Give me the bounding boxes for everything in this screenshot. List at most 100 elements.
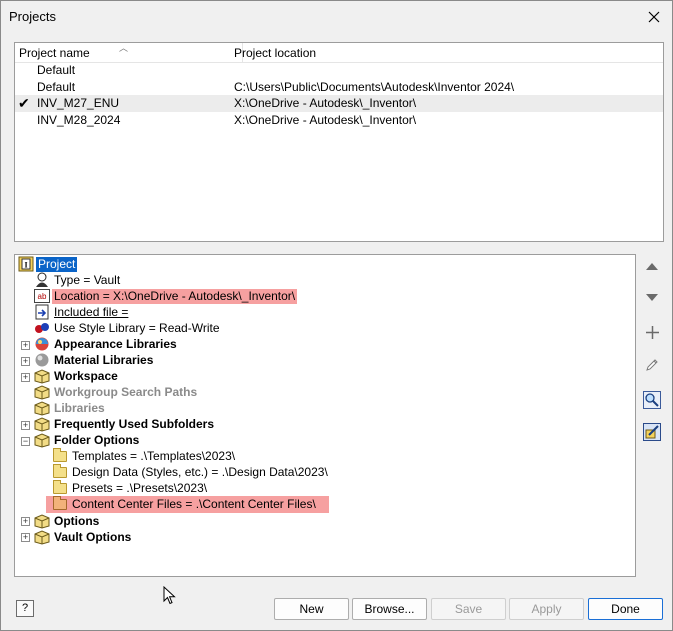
folder-icon [53,447,67,462]
expand-toggle[interactable]: + [21,421,30,430]
project-location: X:\OneDrive - Autodesk\_Inventor\ [234,96,417,110]
tree-node-templates[interactable]: Templates = .\Templates\2023\ [52,447,237,464]
tree-label: Project [36,256,78,272]
dialog-title: Projects [9,9,56,24]
tree-label: Folder Options [54,432,140,447]
move-up-icon [646,263,658,270]
project-settings-tree[interactable]: I Project Type = Vault ab Location = X:\… [14,254,636,577]
tree-label: Templates = .\Templates\2023\ [72,448,236,463]
add-icon [645,325,659,339]
expand-toggle[interactable]: + [21,373,30,382]
tree-node-workspace[interactable]: Workspace [34,368,120,384]
project-name: Default [37,63,76,77]
expand-toggle[interactable]: + [21,341,30,350]
column-header-project-location[interactable]: Project location [234,46,316,60]
project-row[interactable]: Default [15,62,663,79]
save-button[interactable]: Save [431,598,506,620]
vault-options-folder-icon [34,530,50,545]
mouse-pointer-icon [163,586,176,605]
folder-icon [53,479,67,494]
appearance-sphere-icon [35,337,49,351]
close-button[interactable] [641,5,667,29]
close-icon [648,11,660,23]
tree-label: Design Data (Styles, etc.) = .\Design Da… [72,464,328,479]
workgroup-folder-icon [34,385,50,400]
tree-node-options[interactable]: Options [34,513,101,529]
column-header-project-name[interactable]: Project name [19,46,90,60]
move-down-button[interactable] [641,287,663,309]
svg-text:I: I [24,261,27,270]
tree-node-design-data[interactable]: Design Data (Styles, etc.) = .\Design Da… [52,463,330,480]
tree-node-workgroup-search-paths[interactable]: Workgroup Search Paths [34,384,199,400]
include-file-icon [35,304,49,320]
tree-node-presets[interactable]: Presets = .\Presets\2023\ [52,479,209,496]
tree-node-material-libraries[interactable]: Material Libraries [34,352,155,368]
tree-label: Included file = [54,304,129,319]
tree-label: Presets = .\Presets\2023\ [72,480,208,495]
project-location: C:\Users\Public\Documents\Autodesk\Inven… [234,80,515,94]
apply-button[interactable]: Apply [509,598,584,620]
folder-options-icon [34,433,50,448]
add-path-button[interactable] [641,321,663,343]
project-row[interactable]: INV_M28_2024 X:\OneDrive - Autodesk\_Inv… [15,112,663,129]
tree-node-content-center[interactable]: Content Center Files = .\Content Center … [46,496,329,513]
tree-node-frequently-used-subfolders[interactable]: Frequently Used Subfolders [34,416,216,432]
title-bar: Projects [1,1,672,33]
tree-label: Workgroup Search Paths [54,384,198,399]
edit-path-button[interactable] [641,354,663,376]
style-library-icon [35,323,49,333]
text-field-icon: ab [34,289,50,303]
project-name: INV_M28_2024 [37,113,121,127]
workspace-folder-icon [34,369,50,384]
find-icon [643,391,661,409]
tree-node-type[interactable]: Type = Vault [34,272,122,288]
tree-node-folder-options[interactable]: Folder Options [34,432,141,448]
browse-button[interactable]: Browse... [352,598,427,620]
new-button[interactable]: New [274,598,349,620]
tree-label: Workspace [54,368,118,383]
tree-node-style-library[interactable]: Use Style Library = Read-Write [34,320,222,336]
tree-label: Vault Options [54,529,132,544]
folder-icon [53,463,67,478]
folder-icon [53,496,67,510]
svg-text:ab: ab [38,292,47,301]
projects-dialog: Projects Project name ︿ Project location… [0,0,673,631]
subfolders-folder-icon [34,417,50,432]
browse-settings-icon [643,423,661,441]
move-down-icon [646,294,658,301]
tree-label: Content Center Files = .\Content Center … [72,497,316,511]
done-button[interactable]: Done [588,598,663,620]
vault-user-icon [36,272,48,287]
expand-toggle[interactable]: + [21,533,30,542]
edit-icon [646,359,658,371]
expand-toggle[interactable]: + [21,357,30,366]
tree-label: Options [54,513,100,528]
tree-node-libraries[interactable]: Libraries [34,400,107,416]
tree-node-location[interactable]: ab Location = X:\OneDrive - Autodesk\_In… [34,288,298,304]
find-button[interactable] [641,389,663,411]
tree-node-included-file[interactable]: Included file = [34,304,130,320]
move-up-button[interactable] [641,255,663,277]
tree-node-appearance-libraries[interactable]: Appearance Libraries [34,336,179,352]
project-list-header: Project name ︿ Project location [15,43,663,63]
project-row-active[interactable]: ✔ INV_M27_ENU X:\OneDrive - Autodesk\_In… [15,95,663,112]
collapse-toggle[interactable]: − [21,437,30,446]
tree-label: Frequently Used Subfolders [54,416,215,431]
tree-label: Use Style Library = Read-Write [54,320,220,335]
project-row[interactable]: Default C:\Users\Public\Documents\Autode… [15,79,663,96]
expand-toggle[interactable]: + [21,517,30,526]
browse-settings-button[interactable] [641,421,663,443]
project-location: X:\OneDrive - Autodesk\_Inventor\ [234,113,417,127]
help-button[interactable]: ? [16,600,34,617]
project-name: Default [37,80,76,94]
options-folder-icon [34,514,50,529]
tree-node-project[interactable]: I Project [18,256,78,272]
project-name: INV_M27_ENU [37,96,120,110]
tree-node-vault-options[interactable]: Vault Options [34,529,133,545]
libraries-folder-icon [34,401,50,416]
tree-label: Libraries [54,400,105,415]
inventor-project-icon: I [18,256,34,272]
material-sphere-icon [35,353,49,367]
project-list[interactable]: Project name ︿ Project location Default … [14,42,664,242]
sort-ascending-icon: ︿ [119,43,129,53]
